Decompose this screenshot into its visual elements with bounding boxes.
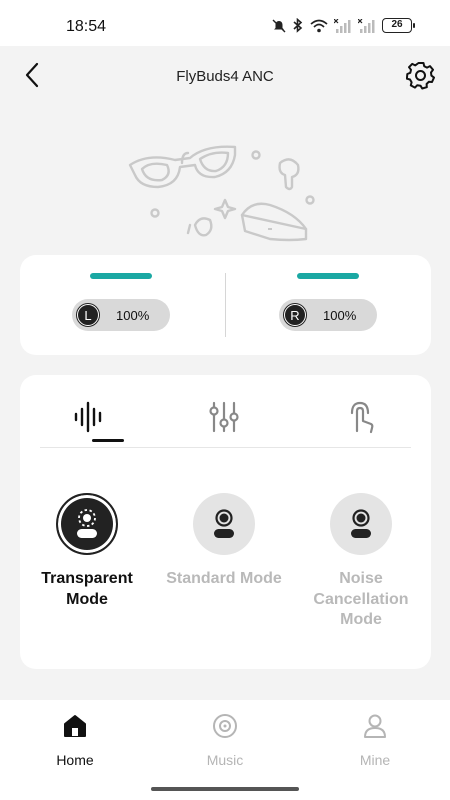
nav-music-label: Music <box>206 752 244 768</box>
nav-mine-label: Mine <box>359 752 391 768</box>
tab-equalizer[interactable] <box>204 397 244 437</box>
status-bar: 18:54 26 <box>0 0 450 46</box>
music-disc-icon <box>213 714 237 738</box>
left-battery-pill: L 100% <box>72 299 170 331</box>
header: FlyBuds4 ANC <box>0 46 450 106</box>
nav-music[interactable]: Music <box>185 712 265 768</box>
left-battery-bar <box>90 273 152 279</box>
right-battery-value: 100% <box>323 307 357 323</box>
nav-home[interactable]: Home <box>35 712 115 768</box>
battery-card: L 100% R 100% <box>20 255 431 355</box>
left-earbud-badge: L <box>76 303 100 327</box>
bottom-navigation: Home Music Mine <box>0 700 450 800</box>
gear-icon <box>405 62 435 90</box>
settings-button[interactable] <box>405 60 436 90</box>
mute-icon <box>272 19 286 32</box>
standard-mode-label: Standard Mode <box>166 570 282 587</box>
transparent-mode-icon <box>56 493 118 555</box>
transparent-mode-option[interactable]: Transparent Mode <box>27 493 147 610</box>
gesture-icon <box>350 401 374 434</box>
standard-mode-option[interactable]: Standard Mode <box>164 493 284 590</box>
signal-icon <box>358 18 375 33</box>
battery-divider <box>225 273 226 337</box>
earbuds-illustration <box>128 145 315 242</box>
noise-cancellation-mode-label: Noise Cancellation Mode <box>313 570 409 628</box>
status-icons: 26 <box>272 18 415 33</box>
tab-sound-modes[interactable] <box>68 397 108 437</box>
right-earbud-badge: R <box>283 303 307 327</box>
mode-card: Transparent Mode Standard Mode Noise Can… <box>20 375 431 669</box>
tab-gestures[interactable] <box>340 397 380 437</box>
transparent-mode-label: Transparent Mode <box>41 570 133 608</box>
home-indicator[interactable] <box>151 787 299 791</box>
battery-indicator: 26 <box>382 18 415 33</box>
wifi-icon <box>310 19 328 32</box>
page-title: FlyBuds4 ANC <box>176 68 274 85</box>
signal-icon <box>334 18 351 33</box>
sound-wave-icon <box>74 401 102 433</box>
selected-tab-indicator <box>92 439 124 442</box>
right-battery-bar <box>297 273 359 279</box>
status-time: 18:54 <box>66 18 107 35</box>
mode-tabs <box>40 375 411 448</box>
noise-cancellation-mode-icon <box>330 493 392 555</box>
standard-mode-icon <box>193 493 255 555</box>
left-battery-value: 100% <box>116 307 150 323</box>
noise-cancellation-mode-option[interactable]: Noise Cancellation Mode <box>301 493 421 631</box>
bluetooth-icon <box>293 18 303 33</box>
nav-mine[interactable]: Mine <box>335 712 415 768</box>
user-icon <box>364 714 386 738</box>
right-earbud-battery: R 100% <box>279 273 379 331</box>
left-earbud-battery: L 100% <box>72 273 172 331</box>
right-battery-pill: R 100% <box>279 299 377 331</box>
nav-home-label: Home <box>56 752 94 768</box>
equalizer-icon <box>209 401 239 433</box>
home-icon <box>64 715 86 737</box>
